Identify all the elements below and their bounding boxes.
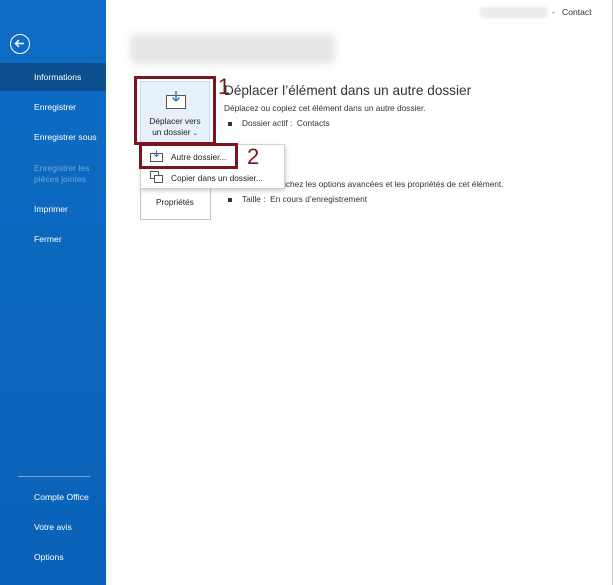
- current-folder-row: Dossier actif : Contacts: [228, 118, 330, 128]
- sidebar-item-votre-avis[interactable]: Votre avis: [0, 522, 106, 533]
- callout-box-2: [139, 143, 238, 169]
- sidebar-item-enregistrer-pieces-jointes: Enregistrer les pièces jointes: [34, 163, 90, 184]
- callout-number-2: 2: [247, 144, 260, 169]
- move-section-description: Déplacez ou copiez cet élément dans un a…: [224, 103, 426, 113]
- sidebar-item-informations[interactable]: Informations: [0, 63, 106, 91]
- item-type-label: Contact: [562, 7, 592, 17]
- bullet-icon: [228, 197, 232, 202]
- sidebar-item-enregistrer-sous[interactable]: Enregistrer sous: [0, 132, 106, 143]
- current-folder-value: Contacts: [296, 118, 330, 128]
- title-separator: -: [552, 7, 555, 17]
- callout-box-1: [134, 76, 216, 145]
- sidebar-item-enregistrer[interactable]: Enregistrer: [0, 102, 106, 113]
- move-section-title: Déplacer l’élément dans un autre dossier: [224, 83, 472, 98]
- size-value: En cours d’enregistrement: [270, 194, 368, 204]
- properties-button-label: Propriétés: [156, 197, 194, 207]
- blurred-contact-name: [480, 7, 548, 18]
- sidebar-divider: [18, 476, 90, 477]
- size-row: Taille : En cours d’enregistrement: [228, 194, 367, 204]
- sidebar-item-options[interactable]: Options: [0, 552, 106, 563]
- copy-folder-icon: [150, 171, 163, 185]
- sidebar-item-compte-office[interactable]: Compte Office: [0, 492, 106, 503]
- sidebar-item-imprimer[interactable]: Imprimer: [0, 204, 106, 215]
- copy-to-folder-label: Copier dans un dossier...: [171, 173, 263, 183]
- properties-description: ichez les options avancées et les propri…: [284, 179, 504, 189]
- size-label: Taille :: [242, 194, 266, 204]
- back-arrow-icon[interactable]: [10, 34, 30, 54]
- bullet-icon: [228, 121, 232, 126]
- menu-item-copy-to-folder[interactable]: Copier dans un dossier...: [141, 168, 284, 188]
- backstage-sidebar: Informations Enregistrer Enregistrer sou…: [0, 0, 106, 585]
- blurred-page-title: [130, 34, 335, 64]
- current-folder-label: Dossier actif :: [242, 118, 293, 128]
- sidebar-item-fermer[interactable]: Fermer: [0, 234, 106, 245]
